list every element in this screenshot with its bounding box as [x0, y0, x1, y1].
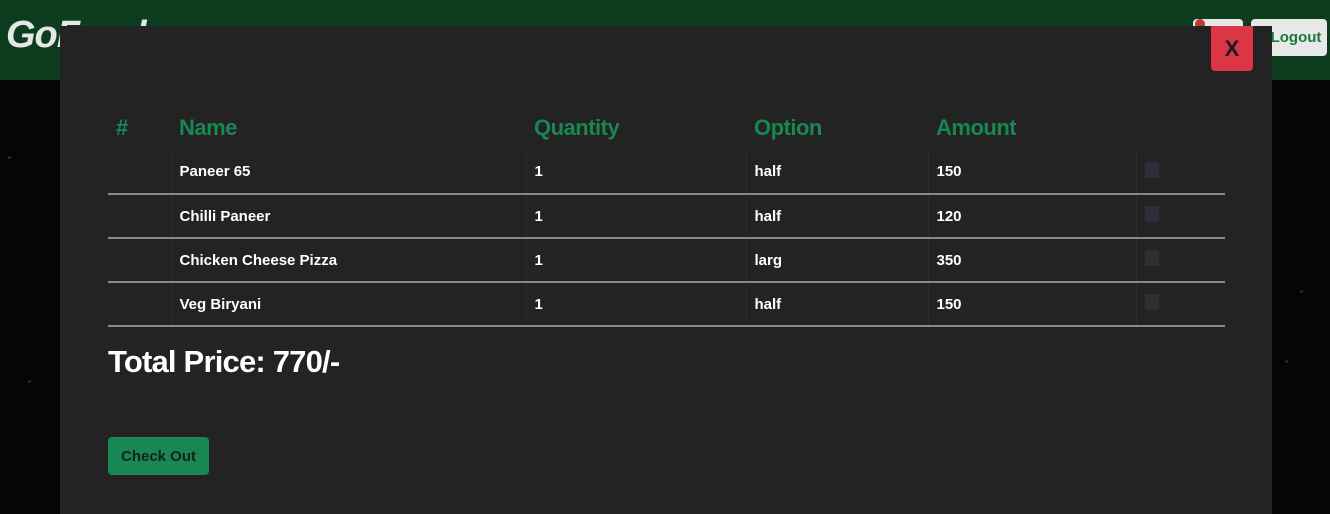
- row-name: Veg Biryani: [170, 282, 526, 327]
- trash-icon[interactable]: [1144, 250, 1159, 266]
- table-header-row: # Name Quantity Option Amount: [108, 106, 1225, 150]
- column-header-name: Name: [179, 115, 237, 140]
- row-index: 1: [108, 150, 171, 195]
- row-option: larg: [745, 238, 928, 283]
- column-header-index: #: [116, 115, 128, 140]
- row-delete-cell: [1135, 282, 1225, 327]
- row-quantity: 1: [525, 282, 746, 327]
- column-header-option: Option: [754, 115, 822, 140]
- trash-icon[interactable]: [1144, 294, 1159, 310]
- row-amount: 150: [927, 150, 1136, 195]
- row-index: 3: [108, 238, 171, 283]
- row-amount: 120: [927, 194, 1136, 239]
- column-header-amount: Amount: [936, 115, 1017, 140]
- row-delete-cell: [1135, 238, 1225, 283]
- row-delete-cell: [1135, 194, 1225, 239]
- row-amount: 150: [927, 282, 1136, 327]
- row-option: half: [745, 194, 928, 239]
- trash-icon[interactable]: [1144, 161, 1159, 178]
- row-name: Chilli Paneer: [170, 194, 526, 239]
- row-name: Paneer 65: [170, 150, 526, 195]
- row-quantity: 1: [525, 238, 746, 283]
- row-quantity: 1: [525, 150, 746, 195]
- check-out-button[interactable]: Check Out: [108, 437, 209, 475]
- close-button[interactable]: X: [1211, 26, 1253, 71]
- background-dot: [1285, 360, 1288, 363]
- table-row: 4 Veg Biryani 1 half 150: [108, 282, 1225, 327]
- column-header-actions: [1136, 106, 1225, 150]
- cart-modal: X # Name Quantity Option Amount 1 Paneer…: [60, 26, 1272, 514]
- total-price: Total Price: 770/-: [108, 344, 340, 379]
- table-row: 1 Paneer 65 1 half 150: [108, 150, 1225, 195]
- row-index: 2: [108, 194, 171, 239]
- row-name: Chicken Cheese Pizza: [170, 238, 526, 283]
- background-dot: [28, 380, 31, 383]
- row-option: half: [745, 282, 928, 327]
- table-row: 2 Chilli Paneer 1 half 120: [108, 194, 1225, 239]
- background-dot: [8, 156, 11, 159]
- row-quantity: 1: [525, 194, 746, 239]
- row-delete-cell: [1135, 150, 1225, 195]
- table-row: 3 Chicken Cheese Pizza 1 larg 350: [108, 238, 1225, 283]
- trash-icon[interactable]: [1144, 206, 1159, 222]
- row-option: half: [745, 150, 928, 195]
- row-index: 4: [108, 282, 171, 327]
- cart-table: # Name Quantity Option Amount 1 Paneer 6…: [108, 106, 1225, 327]
- row-amount: 350: [927, 238, 1136, 283]
- column-header-quantity: Quantity: [534, 115, 620, 140]
- background-dot: [1300, 290, 1303, 293]
